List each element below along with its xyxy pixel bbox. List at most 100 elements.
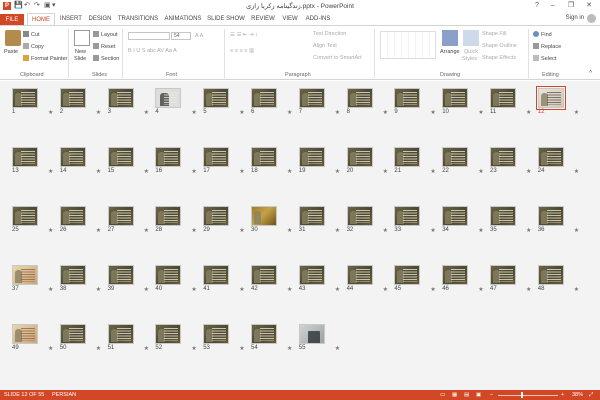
arrange-button[interactable]: Arrange: [440, 49, 460, 55]
paste-button[interactable]: Paste: [4, 49, 18, 55]
slide-thumbnail[interactable]: [107, 265, 134, 285]
transition-star-icon[interactable]: ★: [96, 286, 101, 293]
slide-thumbnail[interactable]: [442, 147, 469, 167]
format-painter-button[interactable]: Format Painter: [23, 55, 67, 62]
slide-thumbnail[interactable]: [59, 206, 86, 226]
transition-star-icon[interactable]: ★: [478, 168, 483, 175]
slide-thumbnail[interactable]: [107, 147, 134, 167]
tab-add-ins[interactable]: ADD-INS: [303, 13, 333, 25]
transition-star-icon[interactable]: ★: [144, 286, 149, 293]
tab-view[interactable]: VIEW: [280, 13, 300, 25]
tab-transitions[interactable]: TRANSITIONS: [116, 13, 160, 25]
transition-star-icon[interactable]: ★: [96, 345, 101, 352]
transition-star-icon[interactable]: ★: [287, 109, 292, 116]
slide-thumbnail[interactable]: [537, 265, 564, 285]
transition-star-icon[interactable]: ★: [48, 227, 53, 234]
transition-star-icon[interactable]: ★: [144, 168, 149, 175]
slide-thumbnail[interactable]: [442, 265, 469, 285]
zoom-out-icon[interactable]: –: [490, 392, 493, 398]
reading-view-icon[interactable]: ▤: [464, 392, 469, 398]
section-button[interactable]: Section: [93, 55, 119, 62]
cut-button[interactable]: Cut: [23, 31, 40, 38]
transition-star-icon[interactable]: ★: [96, 168, 101, 175]
transition-star-icon[interactable]: ★: [574, 227, 579, 234]
slide-thumbnail[interactable]: [12, 324, 38, 344]
tab-design[interactable]: DESIGN: [87, 13, 113, 25]
tab-home[interactable]: HOME: [27, 13, 55, 25]
quick-styles-button[interactable]: Quick: [464, 49, 478, 55]
transition-star-icon[interactable]: ★: [335, 109, 340, 116]
language-indicator[interactable]: PERSIAN: [52, 392, 76, 398]
slide-thumbnail[interactable]: [251, 88, 277, 108]
zoom-level[interactable]: 38%: [572, 392, 583, 398]
normal-view-icon[interactable]: ▭: [440, 392, 445, 398]
zoom-in-icon[interactable]: +: [561, 392, 564, 398]
transition-star-icon[interactable]: ★: [526, 168, 531, 175]
transition-star-icon[interactable]: ★: [574, 168, 579, 175]
slide-thumbnail[interactable]: [537, 206, 564, 226]
slide-thumbnail[interactable]: [394, 206, 421, 226]
transition-star-icon[interactable]: ★: [191, 345, 196, 352]
slide-thumbnail[interactable]: [394, 88, 421, 108]
tab-animations[interactable]: ANIMATIONS: [163, 13, 203, 25]
slide-thumbnail[interactable]: [490, 147, 516, 167]
slide-sorter[interactable]: 1 ★ 2 ★ 3 ★ 4 ★ 5 ★ 6 ★ 7 ★ 8 ★ 9 ★ 10 ★ 11 ★ 12 ★ 13 ★ 14 ★ 15 ★ 16 ★ 1…: [0, 81, 600, 390]
slide-thumbnail[interactable]: [59, 147, 86, 167]
transition-star-icon[interactable]: ★: [430, 168, 435, 175]
slide-thumbnail[interactable]: [59, 265, 86, 285]
transition-star-icon[interactable]: ★: [574, 109, 579, 116]
font-style-buttons[interactable]: B I U S abc AV Aa A: [128, 48, 177, 54]
sign-in-link[interactable]: Sign in: [566, 15, 584, 21]
slide-thumbnail[interactable]: [203, 88, 230, 108]
transition-star-icon[interactable]: ★: [383, 286, 388, 293]
slide-thumbnail[interactable]: [346, 265, 373, 285]
tab-review[interactable]: REVIEW: [249, 13, 277, 25]
layout-button[interactable]: Layout: [93, 31, 118, 38]
transition-star-icon[interactable]: ★: [430, 227, 435, 234]
align-buttons[interactable]: ≡ ≡ ≡ ≡ ▥: [230, 48, 254, 54]
help-icon[interactable]: ?: [530, 0, 544, 12]
avatar[interactable]: [587, 14, 596, 23]
transition-star-icon[interactable]: ★: [383, 109, 388, 116]
slide-thumbnail[interactable]: [346, 147, 373, 167]
slide-thumbnail[interactable]: [12, 88, 38, 108]
slide-thumbnail[interactable]: [203, 324, 230, 344]
slide-thumbnail[interactable]: [298, 206, 325, 226]
transition-star-icon[interactable]: ★: [526, 227, 531, 234]
slide-thumbnail[interactable]: [442, 88, 469, 108]
tab-slide-show[interactable]: SLIDE SHOW: [206, 13, 246, 25]
slide-thumbnail[interactable]: [298, 324, 325, 344]
list-buttons[interactable]: ☰ ☰ ⇤ ⇥ ↕: [230, 32, 258, 38]
transition-star-icon[interactable]: ★: [239, 227, 244, 234]
slide-thumbnail[interactable]: [490, 206, 516, 226]
slide-thumbnail[interactable]: [346, 206, 373, 226]
slide-indicator[interactable]: SLIDE 12 OF 55: [4, 392, 44, 398]
slide-thumbnail[interactable]: [107, 206, 134, 226]
slide-thumbnail[interactable]: [251, 324, 277, 344]
slide-thumbnail[interactable]: [155, 147, 182, 167]
slide-thumbnail[interactable]: [203, 147, 230, 167]
slide-thumbnail[interactable]: [298, 265, 325, 285]
arrange-icon[interactable]: [442, 30, 458, 46]
transition-star-icon[interactable]: ★: [287, 168, 292, 175]
transition-star-icon[interactable]: ★: [478, 109, 483, 116]
shape-effects-button[interactable]: Shape Effects: [482, 55, 516, 61]
slide-thumbnail[interactable]: [155, 206, 182, 226]
transition-star-icon[interactable]: ★: [191, 168, 196, 175]
minimize-button[interactable]: –: [546, 0, 560, 12]
copy-button[interactable]: Copy: [23, 43, 44, 50]
slide-thumbnail[interactable]: [537, 147, 564, 167]
slide-thumbnail[interactable]: [394, 265, 421, 285]
transition-star-icon[interactable]: ★: [48, 168, 53, 175]
text-direction-button[interactable]: Text Direction: [313, 31, 346, 37]
new-slide-button[interactable]: New: [75, 49, 86, 55]
slide-thumbnail[interactable]: [346, 88, 373, 108]
transition-star-icon[interactable]: ★: [383, 227, 388, 234]
new-slide-icon[interactable]: [74, 30, 90, 46]
new-slide-label-2[interactable]: Slide: [74, 56, 86, 62]
transition-star-icon[interactable]: ★: [430, 286, 435, 293]
transition-star-icon[interactable]: ★: [96, 227, 101, 234]
transition-star-icon[interactable]: ★: [574, 286, 579, 293]
transition-star-icon[interactable]: ★: [48, 286, 53, 293]
slide-thumbnail[interactable]: [251, 265, 277, 285]
